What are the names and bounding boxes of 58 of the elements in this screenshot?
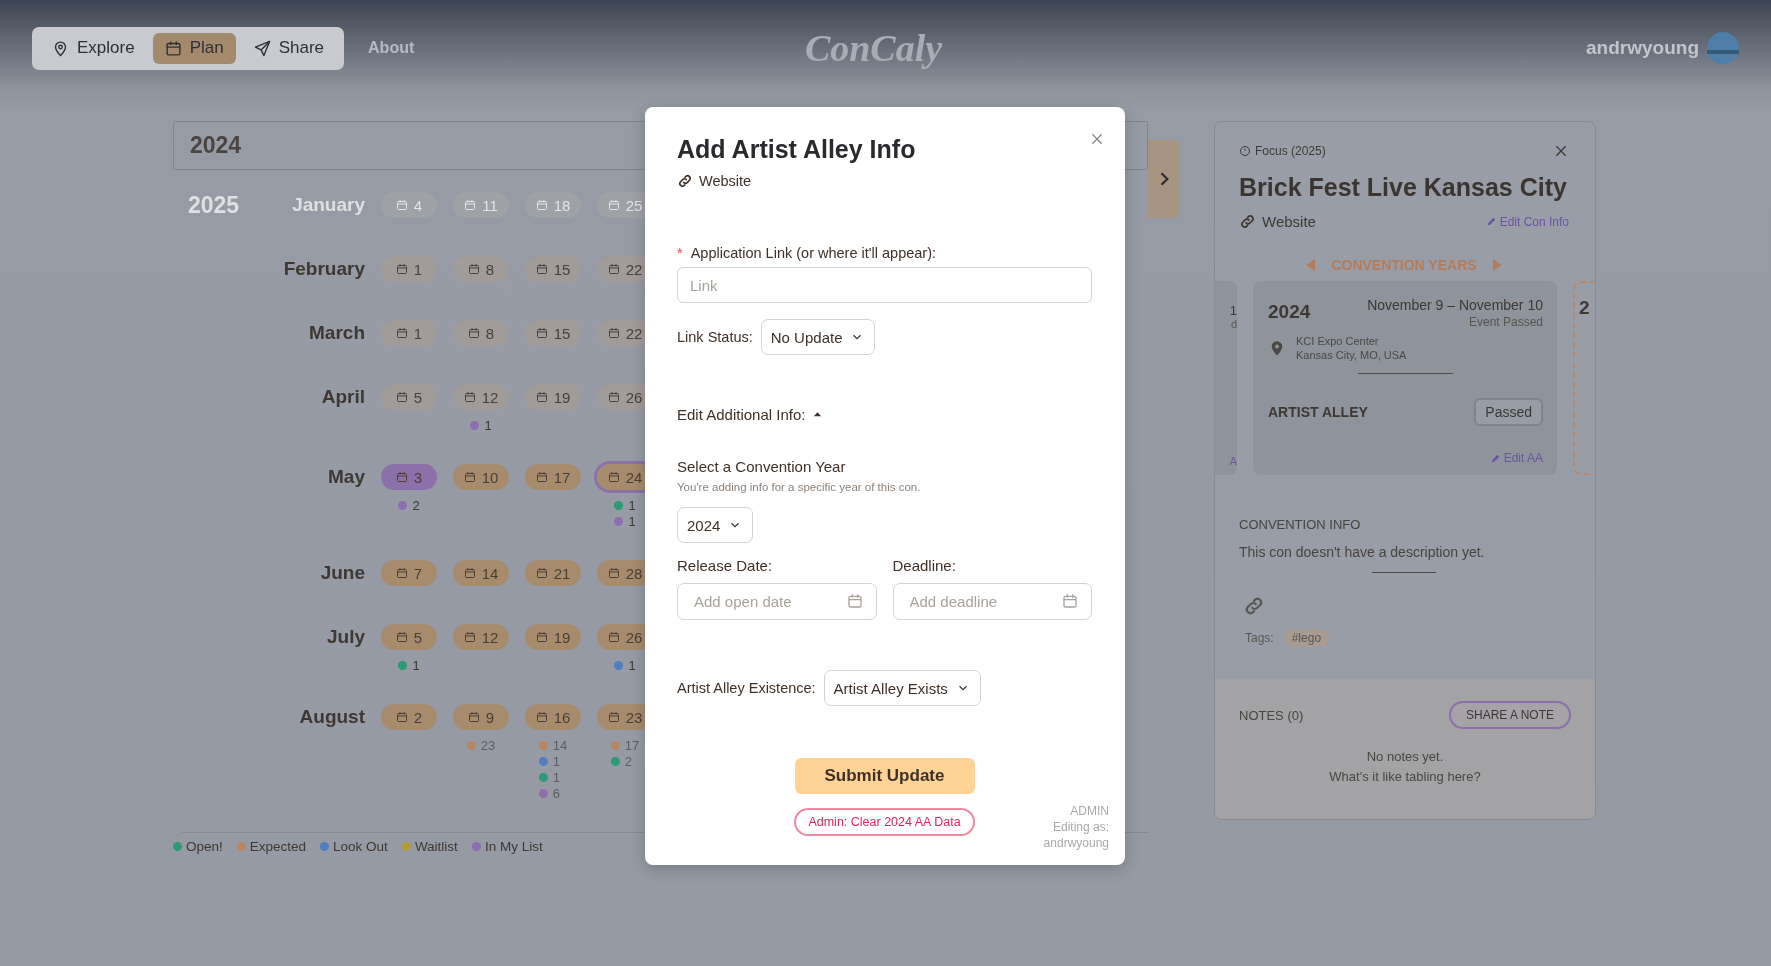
legend-label: In My List (484, 839, 543, 854)
event-status: Event Passed (1467, 315, 1543, 329)
month-label: January (291, 193, 365, 217)
count-text: 1 (484, 417, 492, 433)
month-label: May (327, 465, 365, 489)
count-text: 1 (412, 657, 420, 673)
notes-heading: NOTES (0) (1239, 707, 1304, 723)
field-label: Deadline: (892, 557, 957, 574)
month-label: July (325, 625, 365, 649)
count-text: 23 (480, 737, 496, 753)
field-label: Application Link (or where it'll appear): (690, 245, 937, 261)
modal-title: Add Artist Alley Info (677, 135, 917, 164)
venue-location: Kansas City, MO, USA (1296, 349, 1407, 361)
admin-note: ADMIN (1069, 803, 1109, 819)
month-label: August (298, 705, 365, 729)
legend-label: Waitlist (414, 839, 458, 854)
artist-alley-label: ARTIST ALLEY (1268, 404, 1368, 420)
description: This con doesn't have a description yet. (1239, 544, 1486, 560)
field-label: Link Status: (677, 329, 753, 345)
status-badge: Passed (1474, 398, 1543, 426)
count-text: 1 (628, 657, 636, 673)
years-heading: CONVENTION YEARS (1331, 257, 1477, 273)
hint-text: You're adding info for a specific year of this con. (677, 481, 922, 493)
field-label: Release Date: (677, 557, 774, 574)
focus-label: Focus (2025) (1255, 144, 1326, 158)
section-heading: CONVENTION INFO (1239, 517, 1362, 532)
admin-note: andrwyoung (1043, 835, 1109, 851)
field-label: Artist Alley Existence: (677, 680, 816, 696)
required-mark: * (677, 245, 683, 261)
count-text: 1 (628, 513, 636, 529)
stub-text: 1 (1229, 303, 1237, 318)
empty-notes-text: No notes yet. (1365, 748, 1445, 766)
legend-label: Open! (186, 839, 223, 854)
section-heading: Select a Convention Year (677, 458, 847, 475)
count-text: 1 (552, 753, 560, 769)
count-text: 1 (628, 497, 636, 513)
legend-label: Expected (249, 839, 307, 854)
card-year: 2024 (1268, 301, 1311, 324)
empty-notes-text: What's it like tabling here? (1328, 768, 1482, 786)
count-text: 1 (552, 769, 560, 785)
year-label: 2025 (187, 191, 241, 220)
count-text: 6 (552, 785, 560, 801)
count-text: 2 (624, 753, 632, 769)
month-label: June (319, 561, 365, 585)
con-title: Brick Fest Live Kansas City (1239, 173, 1568, 202)
month-label: April (320, 385, 365, 409)
logo: ConCaly (804, 26, 943, 70)
admin-note: Editing as: (1051, 819, 1109, 835)
legend-label: Look Out (333, 839, 388, 854)
month-label: February (282, 257, 365, 281)
stub-text: d (1230, 318, 1237, 330)
month-label: March (308, 321, 365, 345)
event-dates: November 9 – November 10 (1367, 297, 1543, 313)
count-text: 17 (624, 737, 640, 753)
tags-label: Tags: (1245, 631, 1274, 645)
count-text: 14 (552, 737, 568, 753)
venue-name: KCI Expo Center (1296, 335, 1380, 347)
count-text: 2 (412, 497, 420, 513)
